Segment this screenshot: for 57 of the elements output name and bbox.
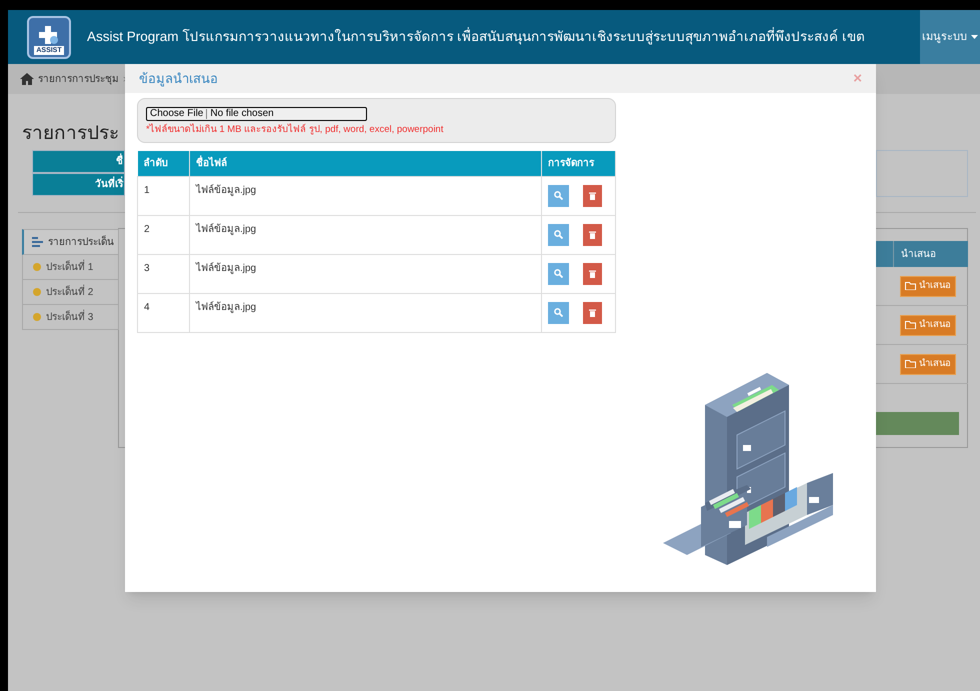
info-label: ชื่ [32,150,125,173]
modal-title: ข้อมูลนำเสนอ [139,70,218,88]
table-cell: 4 [138,293,190,332]
table-cell: ไฟล์ข้อมูล.jpg [190,215,542,254]
folder-icon [905,360,916,368]
table-cell: ไฟล์ข้อมูล.jpg [190,293,542,332]
column-header [876,241,893,267]
search-icon [554,191,563,200]
file-limit-note: *ไฟล์ขนาดไม่เกิน 1 MB และรองรับไฟล์ รูป, pdf, word, excel, powerpoint [146,123,444,137]
present-button[interactable]: นำเสนอ [900,354,956,374]
table-cell: 2 [138,215,190,254]
trash-icon [589,230,596,238]
delete-button[interactable] [583,224,602,246]
sidebar-item[interactable]: ประเด็นที่ 3 [22,305,119,330]
sidebar-item[interactable]: ประเด็นที่ 2 [22,280,119,305]
sidebar-item[interactable]: ประเด็นที่ 1 [22,255,119,280]
info-label: วันที่เริ่ [32,173,125,196]
system-menu-button[interactable]: เมนูระบบ [920,10,980,64]
view-button[interactable] [548,184,569,206]
choose-file-button[interactable]: Choose File [147,109,208,119]
file-status-text: No file chosen [209,109,275,119]
trash-icon [589,192,596,200]
sidebar-item-text: ประเด็นที่ 2 [46,284,94,300]
column-header: ชื่อไฟล์ [190,151,542,176]
sidebar-item-text: ประเด็นที่ 1 [46,260,94,274]
table-cell: ไฟล์ข้อมูล.jpg [190,176,542,215]
app-title: Assist Program โปรแกรมการวางแนวทางในการบริหารจัดการ เพื่อสนับสนุนการพัฒนาเชิงระบบสู่ระบบสุขภาพอำเภอที่พึงประสงค์ เขต [87,26,865,46]
column-header: นำเสนอ [893,241,968,267]
view-button[interactable] [548,262,569,284]
home-icon [20,73,34,85]
sidebar-heading-text: รายการประเด็น [48,234,114,250]
search-icon [554,230,563,239]
delete-button[interactable] [583,302,602,324]
delete-button[interactable] [583,262,602,284]
view-button[interactable] [548,224,569,246]
delete-button[interactable] [583,184,602,206]
page-title: รายการประ [22,122,119,146]
search-icon [554,308,563,317]
medical-cross-icon [37,26,61,46]
trash-icon [589,270,596,278]
table-cell: ไฟล์ข้อมูล.jpg [190,254,542,293]
column-header: การจัดการ [542,151,616,176]
trash-icon [589,308,596,316]
present-button[interactable]: นำเสนอ [900,314,956,336]
search-icon [554,269,563,278]
table-cell: 3 [138,254,190,293]
breadcrumb-link[interactable]: รายการการประชุม [38,72,119,86]
file-input-field[interactable]: Choose File No file chosen [146,107,367,121]
column-header: ลำดับ [138,151,190,176]
folder-icon [905,321,916,329]
folder-icon [905,282,916,290]
list-icon [32,237,43,247]
sidebar-item-text: ประเด็นที่ 3 [46,310,94,324]
caret-icon [971,35,978,39]
present-button[interactable]: นำเสนอ [900,276,956,296]
view-button[interactable] [548,302,569,324]
table-cell: 1 [138,176,190,215]
